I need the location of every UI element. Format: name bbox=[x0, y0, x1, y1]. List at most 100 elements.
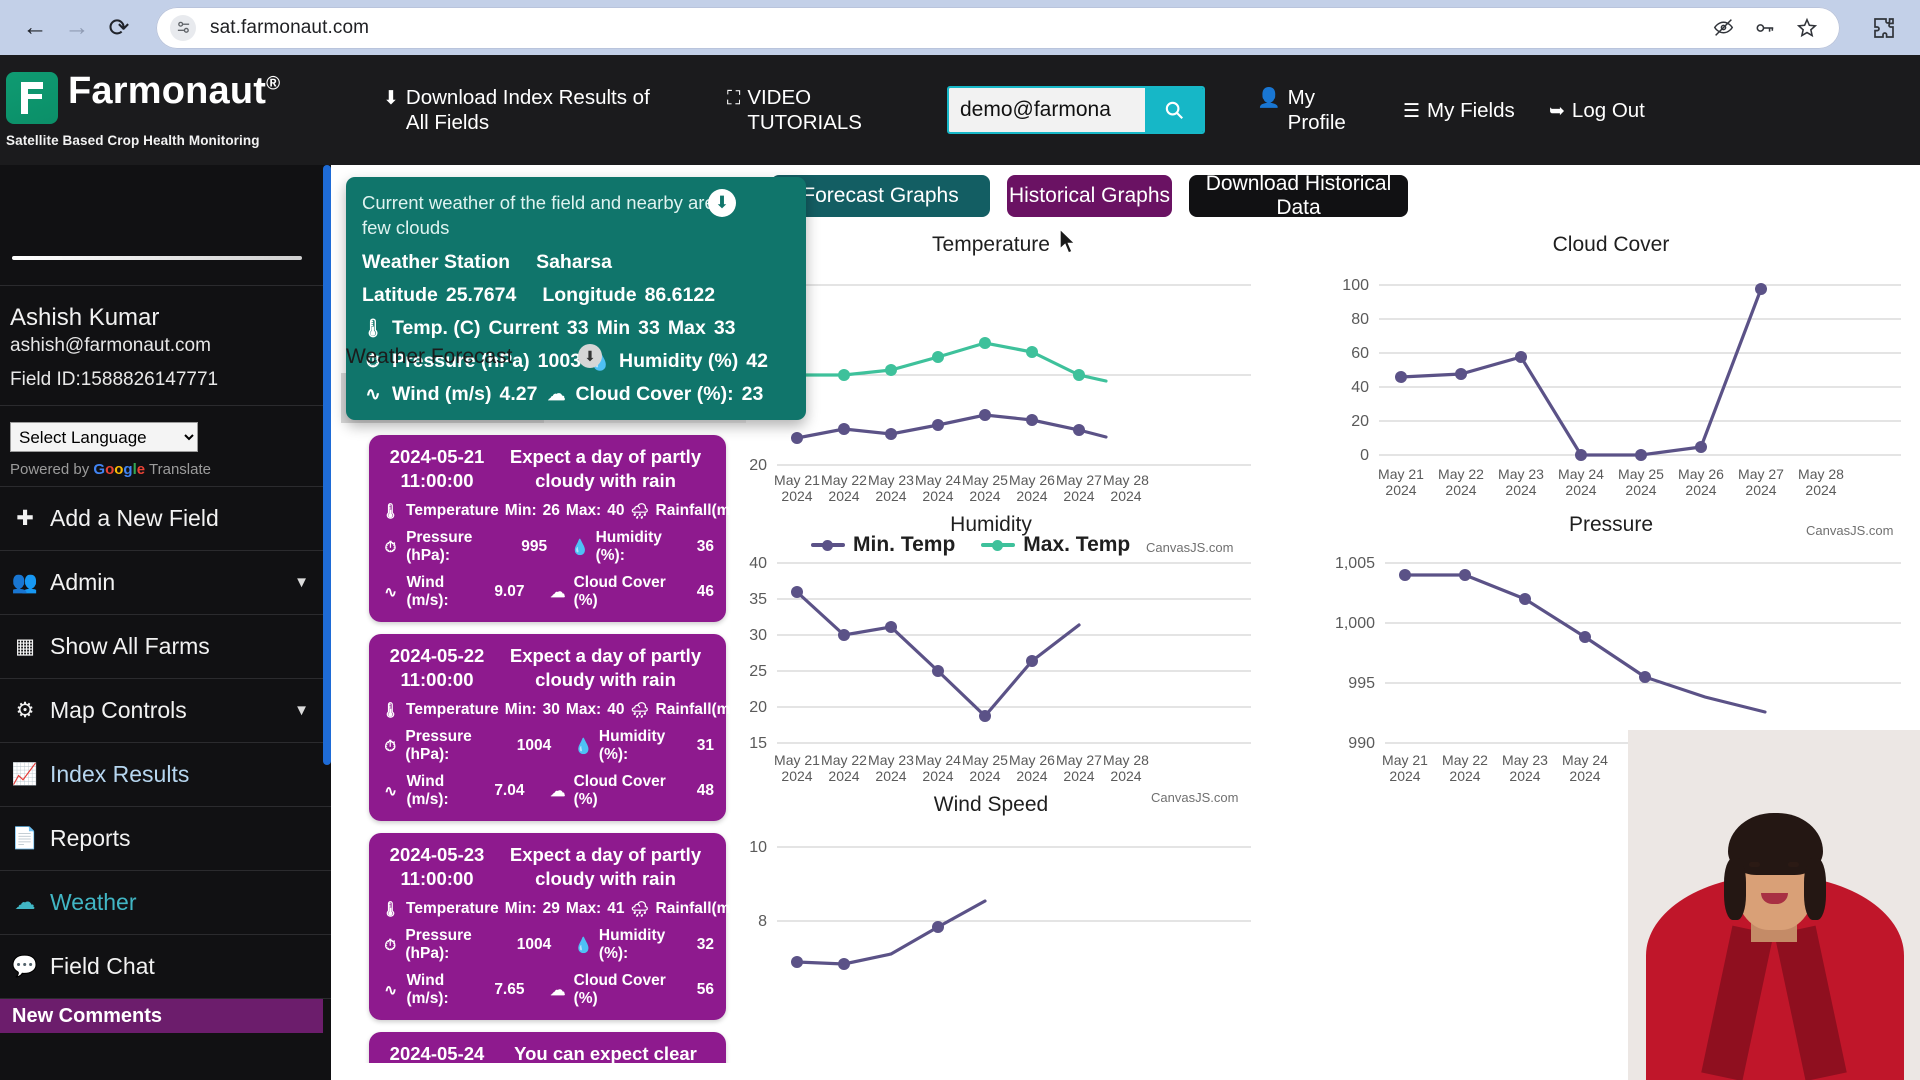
forecast-card-list[interactable]: 2024-05-21 11:00:00 Expect a day of part… bbox=[341, 423, 746, 1063]
forecast-date: 2024-05-21 bbox=[389, 446, 485, 467]
chart-line-icon: 📈 bbox=[11, 762, 39, 786]
wind-label: Wind (m/s) bbox=[392, 382, 492, 405]
svg-text:May 22: May 22 bbox=[1442, 752, 1488, 768]
cloud-cover-chart[interactable]: Cloud Cover 100 80 60 40 20 0 May 21 202… bbox=[1301, 233, 1920, 538]
temp-max-label: Max bbox=[667, 316, 706, 339]
sidebar-item-add-a-new-field[interactable]: ✚ Add a New Field bbox=[0, 487, 331, 551]
sidebar-item-weather[interactable]: ☁ Weather bbox=[0, 871, 331, 935]
my-fields-label: My Fields bbox=[1427, 98, 1515, 122]
max-value: 40 bbox=[607, 701, 625, 719]
humidity-chart[interactable]: Humidity 40 35 30 25 20 15 May 21 2024 M… bbox=[711, 513, 1271, 807]
forecast-card[interactable]: 2024-05-22 11:00:00 Expect a day of part… bbox=[369, 634, 746, 822]
url-text: sat.farmonaut.com bbox=[210, 16, 370, 38]
my-profile-button[interactable]: 👤 My Profile bbox=[1257, 85, 1377, 135]
forecast-description: Expect a day of partly cloudy with rain bbox=[509, 446, 702, 492]
sidebar-map-thumbnail[interactable] bbox=[0, 165, 331, 285]
sidebar-item-map-controls[interactable]: ⚙ Map Controls ▼ bbox=[0, 679, 331, 743]
wind-label: Wind (m/s): bbox=[406, 972, 449, 1008]
svg-text:May 28: May 28 bbox=[1798, 466, 1844, 482]
new-comments-banner[interactable]: New Comments bbox=[0, 999, 323, 1033]
svg-text:2024: 2024 bbox=[875, 768, 906, 784]
cloud-icon: ☁ bbox=[550, 584, 566, 602]
chat-icon: 💬 bbox=[11, 954, 39, 978]
svg-text:1,005: 1,005 bbox=[1335, 555, 1375, 572]
svg-text:100: 100 bbox=[1342, 277, 1369, 294]
forecast-date: 2024-05-22 bbox=[389, 645, 485, 667]
forecast-card[interactable]: 2024-05-24 11:00:00 You can expect clear… bbox=[369, 1032, 726, 1063]
site-settings-icon[interactable] bbox=[170, 14, 196, 41]
main-content: ⬇ Current weather of the field and nearb… bbox=[331, 165, 1920, 1080]
download-circle-icon[interactable]: ⬇ bbox=[708, 189, 736, 217]
presenter-video-overlay[interactable] bbox=[1628, 730, 1920, 1080]
svg-text:2024: 2024 bbox=[922, 768, 953, 784]
gauge-icon: ⏱ bbox=[384, 538, 397, 556]
reload-icon[interactable]: ⟳ bbox=[98, 7, 140, 49]
sidebar-item-admin[interactable]: 👥 Admin ▼ bbox=[0, 551, 331, 615]
sidebar: Ashish Kumar ashish@farmonaut.com Field … bbox=[0, 165, 331, 1080]
wind-icon: ∿ bbox=[384, 584, 397, 602]
min-value: 29 bbox=[542, 900, 560, 918]
forecast-card[interactable]: 2024-05-23 11:00:00 Expect a day of part… bbox=[369, 833, 746, 1021]
google-translate-credit: Powered by Google Translate bbox=[10, 461, 321, 478]
user-info: Ashish Kumar ashish@farmonaut.com Field … bbox=[0, 286, 331, 405]
chevron-down-icon[interactable]: ▼ bbox=[294, 702, 309, 719]
brand-block[interactable]: Farmonaut® Satellite Based Crop Health M… bbox=[0, 72, 345, 148]
registered-mark: ® bbox=[266, 73, 281, 95]
svg-text:May 27: May 27 bbox=[1738, 466, 1784, 482]
humidity-chart-svg: 403530 252015 May 212024 May 222024 May … bbox=[749, 555, 1251, 784]
svg-text:May 22: May 22 bbox=[821, 472, 867, 488]
log-out-button[interactable]: ➥ Log Out bbox=[1549, 98, 1659, 123]
video-camera-icon: ⛶ bbox=[727, 88, 741, 109]
address-bar[interactable]: sat.farmonaut.com bbox=[156, 6, 1840, 49]
back-arrow-icon[interactable]: ← bbox=[14, 7, 56, 49]
wind-speed-chart-svg: 10 8 bbox=[749, 839, 1251, 970]
historical-graphs-tab[interactable]: Historical Graphs bbox=[1007, 175, 1172, 217]
temp-min-label: Min bbox=[596, 316, 631, 339]
forecast-card[interactable]: 2024-05-21 11:00:00 Expect a day of part… bbox=[369, 435, 746, 623]
wind-label: Wind (m/s): bbox=[406, 574, 449, 610]
svg-text:2024: 2024 bbox=[1509, 768, 1540, 784]
my-fields-button[interactable]: ☰ My Fields bbox=[1403, 98, 1523, 123]
video-tutorials-button[interactable]: ⛶ VIDEO TUTORIALS bbox=[727, 85, 877, 135]
sidebar-item-label: Index Results bbox=[50, 761, 190, 787]
language-select[interactable]: Select Language bbox=[10, 422, 198, 452]
bookmark-star-icon[interactable] bbox=[1788, 9, 1826, 47]
sidebar-scrollbar[interactable] bbox=[323, 165, 331, 765]
site-header: Farmonaut® Satellite Based Crop Health M… bbox=[0, 55, 1920, 165]
blocked-media-icon[interactable] bbox=[1704, 9, 1742, 47]
download-historical-data-button[interactable]: Download Historical Data bbox=[1189, 172, 1408, 219]
presenter-hair-left bbox=[1724, 858, 1746, 920]
thermometer-icon: 🌡 bbox=[381, 901, 401, 919]
svg-text:40: 40 bbox=[1351, 379, 1369, 396]
svg-text:20: 20 bbox=[749, 457, 767, 474]
svg-text:2024: 2024 bbox=[1805, 482, 1836, 498]
sidebar-item-index-results[interactable]: 📈 Index Results bbox=[0, 743, 331, 807]
search-button[interactable] bbox=[1145, 88, 1203, 132]
longitude-value: 86.6122 bbox=[644, 283, 716, 306]
svg-text:15: 15 bbox=[749, 735, 767, 752]
sidebar-item-field-chat[interactable]: 💬 Field Chat bbox=[0, 935, 331, 999]
cloud-value: 56 bbox=[696, 981, 714, 999]
svg-text:2024: 2024 bbox=[1449, 768, 1480, 784]
search-box[interactable] bbox=[947, 86, 1205, 134]
svg-text:May 23: May 23 bbox=[868, 752, 914, 768]
forecast-wind-cloud-line: ∿ Wind (m/s): 9.07 ☁ Cloud Cover (%) 46 bbox=[381, 574, 714, 610]
sidebar-item-label: Add a New Field bbox=[50, 505, 219, 531]
sidebar-item-reports[interactable]: 📄 Reports bbox=[0, 807, 331, 871]
extensions-puzzle-icon[interactable] bbox=[1862, 7, 1906, 49]
svg-text:May 24: May 24 bbox=[915, 752, 961, 768]
svg-text:25: 25 bbox=[749, 663, 767, 680]
forward-arrow-icon[interactable]: → bbox=[56, 7, 98, 49]
cloud-icon: ☁ bbox=[14, 891, 36, 914]
password-key-icon[interactable] bbox=[1746, 9, 1784, 47]
chevron-down-icon[interactable]: ▼ bbox=[294, 574, 309, 591]
sidebar-item-show-all-farms[interactable]: ▦ Show All Farms bbox=[0, 615, 331, 679]
search-input[interactable] bbox=[949, 88, 1145, 132]
gauge-icon: ⏱ bbox=[384, 737, 397, 755]
forecast-download-circle-icon[interactable]: ⬇ bbox=[578, 344, 602, 368]
wind-speed-chart[interactable]: Wind Speed 10 8 bbox=[711, 793, 1271, 977]
rain-cloud-icon: 🌧 bbox=[630, 901, 650, 919]
svg-text:2024: 2024 bbox=[828, 768, 859, 784]
translate-text: Translate bbox=[149, 461, 211, 478]
download-index-results-button[interactable]: ⬇ Download Index Results of All Fields bbox=[383, 85, 653, 135]
